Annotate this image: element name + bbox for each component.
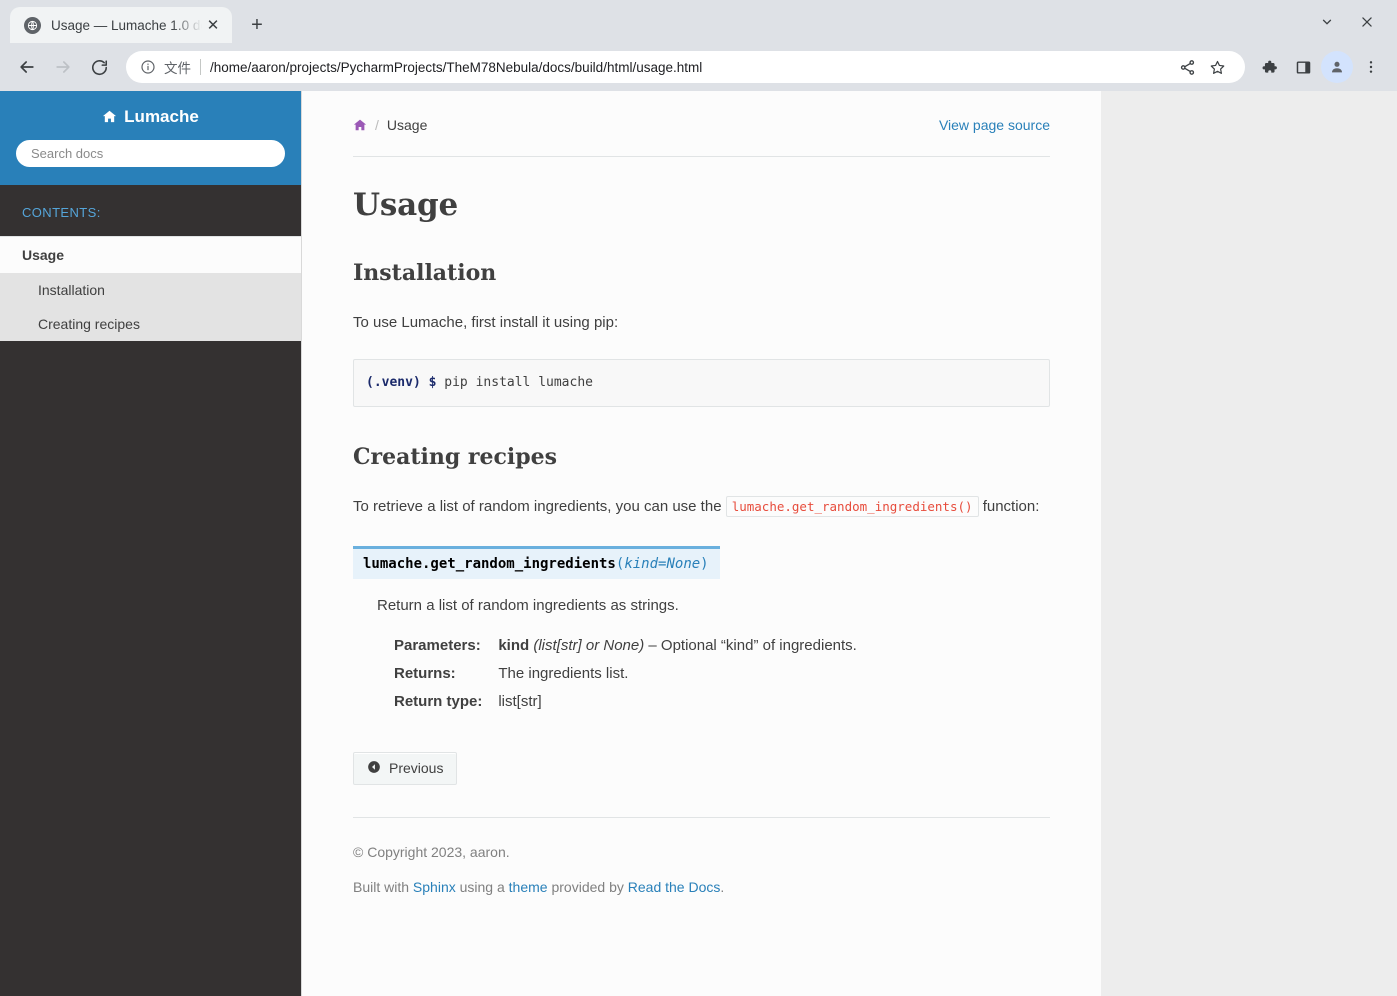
tab-close-icon[interactable]: ✕ — [202, 14, 224, 36]
forward-button[interactable] — [46, 50, 80, 84]
omnibox-divider — [200, 59, 201, 76]
footer-period: . — [720, 878, 725, 895]
sidebar-brand[interactable]: Lumache — [16, 107, 285, 127]
breadcrumb-separator: / — [375, 116, 379, 133]
copyright-text: © Copyright 2023, aaron. — [353, 843, 510, 860]
provided-text: provided by — [547, 878, 628, 895]
field-value-parameters: kind (list[str] or None) – Optional “kin… — [498, 634, 857, 662]
home-icon[interactable] — [353, 118, 367, 132]
built-prefix: Built with — [353, 878, 413, 895]
parameters-table: Parameters: kind (list[str] or None) – O… — [394, 634, 857, 718]
table-row: Parameters: kind (list[str] or None) – O… — [394, 634, 857, 662]
field-value-returns: The ingredients list. — [498, 664, 629, 682]
page-viewport: Lumache Search docs CONTENTS: Usage Inst… — [0, 90, 1397, 996]
view-page-source-link[interactable]: View page source — [939, 117, 1050, 133]
info-circle-icon[interactable] — [139, 58, 157, 76]
signature-close-paren: ) — [700, 555, 709, 572]
browser-window: Usage — Lumache 1.0 doc ✕ + 文件 /home/aar… — [0, 0, 1397, 996]
search-placeholder: Search docs — [31, 145, 104, 161]
table-row: Returns: The ingredients list. — [394, 662, 857, 690]
document-card: / Usage View page source Usage Installat… — [302, 90, 1101, 996]
tab-strip: Usage — Lumache 1.0 doc ✕ + — [0, 0, 1397, 44]
function-name: lumache.get_random_ingredients — [363, 555, 616, 572]
built-with-text: Built with Sphinx using a theme provided… — [353, 879, 1050, 895]
theme-link[interactable]: theme — [509, 879, 548, 895]
contents-heading: CONTENTS: — [22, 204, 101, 220]
footer-divider — [353, 816, 1050, 818]
field-label-returns: Returns: — [394, 664, 456, 682]
param-name: kind — [498, 636, 530, 654]
reload-button[interactable] — [82, 50, 116, 84]
installation-paragraph: To use Lumache, first install it using p… — [353, 313, 619, 331]
code-command: pip install lumache — [436, 374, 593, 390]
install-code-block: (.venv) $ pip install lumache — [353, 358, 1050, 407]
document-body: / Usage View page source Usage Installat… — [302, 91, 1101, 996]
address-bar[interactable]: 文件 /home/aaron/projects/PycharmProjects/… — [126, 51, 1245, 84]
param-type: (list[str] or None) — [533, 636, 645, 654]
new-tab-button[interactable]: + — [242, 10, 272, 40]
sidebar-nav: Usage Installation Creating recipes — [0, 235, 301, 341]
page-title: Usage — [353, 186, 458, 223]
field-value-return-type: list[str] — [498, 692, 542, 710]
code-prompt: (.venv) $ — [366, 374, 437, 390]
function-signature: lumache.get_random_ingredients(kind=None… — [353, 545, 720, 579]
browser-toolbar: 文件 /home/aaron/projects/PycharmProjects/… — [0, 43, 1397, 91]
sidebar-brand-label: Lumache — [124, 106, 199, 126]
search-input[interactable]: Search docs — [16, 139, 285, 167]
breadcrumb-divider — [353, 155, 1050, 157]
field-label-parameters: Parameters: — [394, 636, 481, 654]
using-text: using a — [455, 878, 509, 895]
window-controls — [1309, 0, 1397, 44]
sidebar-item-label: Installation — [38, 281, 105, 298]
section-heading-creating-recipes: Creating recipes — [353, 443, 558, 470]
paragraph-text-after: function: — [978, 497, 1040, 515]
signature-params: kind=None — [624, 555, 701, 572]
arrow-circle-left-icon — [367, 760, 381, 777]
puzzle-icon[interactable] — [1253, 51, 1285, 83]
bottom-spacer — [353, 895, 1050, 996]
docs-sidebar: Lumache Search docs CONTENTS: Usage Inst… — [0, 90, 302, 996]
function-description: Return a list of random ingredients as s… — [377, 596, 679, 614]
url-text[interactable]: /home/aaron/projects/PycharmProjects/The… — [210, 60, 1165, 75]
section-heading-installation: Installation — [353, 259, 497, 286]
sphinx-link[interactable]: Sphinx — [413, 879, 456, 895]
scheme-label: 文件 — [164, 61, 191, 77]
side-panel-icon[interactable] — [1287, 51, 1319, 83]
sidebar-item-installation[interactable]: Installation — [0, 272, 301, 307]
share-icon[interactable] — [1173, 53, 1201, 81]
breadcrumb: / Usage — [353, 117, 427, 133]
inline-code-literal: lumache.get_random_ingredients() — [725, 495, 979, 517]
minimize-icon[interactable] — [1309, 7, 1345, 37]
previous-button-label: Previous — [389, 760, 444, 777]
globe-icon — [24, 16, 41, 34]
sidebar-item-label: Usage — [22, 246, 65, 263]
field-label-return-type: Return type: — [394, 692, 483, 710]
omnibox-actions — [1173, 53, 1231, 81]
breadcrumb-row: / Usage View page source — [353, 91, 1050, 134]
home-icon — [102, 109, 117, 124]
param-desc: – Optional “kind” of ingredients. — [644, 636, 857, 654]
sidebar-item-creating-recipes[interactable]: Creating recipes — [0, 306, 301, 341]
sidebar-item-label: Creating recipes — [38, 315, 140, 332]
table-row: Return type: list[str] — [394, 690, 857, 718]
three-dots-vertical-icon[interactable] — [1355, 51, 1387, 83]
content-area: / Usage View page source Usage Installat… — [302, 90, 1397, 996]
back-button[interactable] — [10, 50, 44, 84]
close-window-icon[interactable] — [1349, 7, 1385, 37]
creating-recipes-paragraph: To retrieve a list of random ingredients… — [353, 494, 1050, 519]
sidebar-filler — [0, 340, 301, 996]
breadcrumb-current: Usage — [386, 116, 428, 133]
paragraph-text-before: To retrieve a list of random ingredients… — [353, 497, 726, 515]
tab-title: Usage — Lumache 1.0 doc — [51, 17, 202, 33]
avatar-icon[interactable] — [1321, 51, 1353, 84]
sidebar-header: Lumache Search docs — [0, 90, 301, 185]
star-icon[interactable] — [1203, 53, 1231, 81]
previous-button[interactable]: Previous — [353, 751, 458, 785]
sidebar-item-usage[interactable]: Usage — [0, 235, 301, 273]
read-the-docs-link[interactable]: Read the Docs — [628, 879, 721, 895]
browser-tab[interactable]: Usage — Lumache 1.0 doc ✕ — [10, 7, 232, 44]
